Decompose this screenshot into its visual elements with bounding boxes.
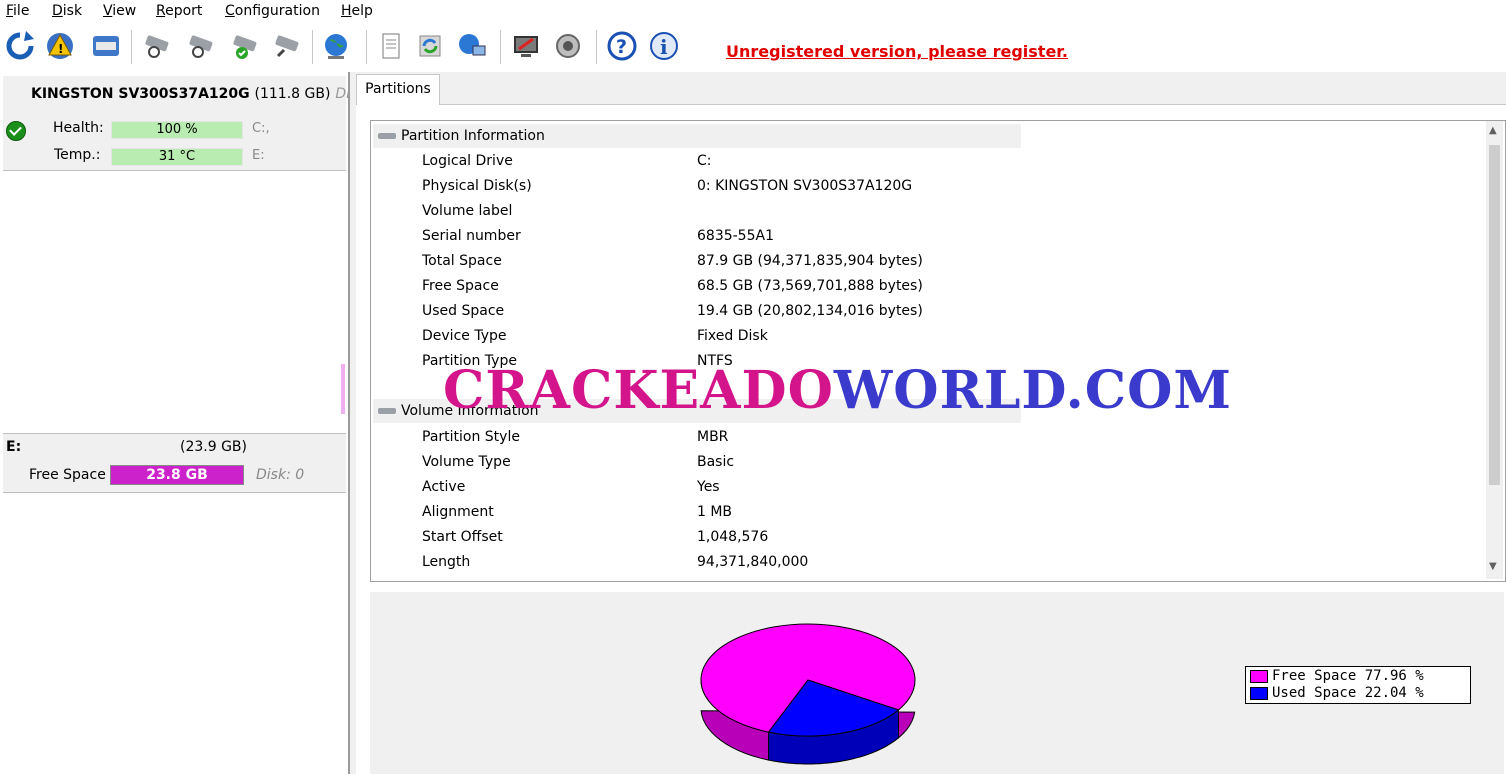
partition_info-value: 87.9 GB (94,371,835,904 bytes)	[697, 253, 923, 269]
health-bar: 100 %	[111, 121, 243, 139]
scroll-thumb[interactable]	[1489, 145, 1500, 485]
volume_info-label: Alignment	[422, 504, 494, 520]
disk-search-icon[interactable]	[270, 30, 302, 62]
partition_info-label: Device Type	[422, 328, 507, 344]
toolbar: ! ? i Unregistered version, please regis…	[0, 24, 1506, 73]
warning-icon[interactable]: !	[44, 30, 76, 62]
partition_info-value: 6835-55A1	[697, 228, 774, 244]
volume_info-label: Volume Type	[422, 454, 511, 470]
partition_info-label: Serial number	[422, 228, 521, 244]
volume_info-label: Active	[422, 479, 466, 495]
disk-ref: Disk: 0	[256, 467, 305, 483]
partition-card[interactable]: E: (23.9 GB) Free Space 23.8 GB Disk: 0	[3, 433, 346, 493]
partition_info-label: Free Space	[422, 278, 499, 294]
panel-splitter-marker[interactable]	[341, 364, 345, 414]
volume_info-label: Partition Style	[422, 429, 520, 445]
disk-icon[interactable]	[90, 30, 122, 62]
monitor-icon[interactable]	[510, 30, 542, 62]
partition-size: (23.9 GB)	[180, 439, 247, 455]
menu-disk[interactable]: Disk	[52, 3, 82, 19]
info-scrollbar[interactable]: ▲ ▼	[1486, 121, 1503, 579]
disk-size: (111.8 GB)	[254, 86, 331, 102]
free-space-label: Free Space	[29, 467, 106, 483]
volume_info-value: 94,371,840,000	[697, 554, 809, 570]
legend-free: Free Space 77.96 %	[1250, 668, 1424, 685]
legend-free-text: Free Space 77.96 %	[1272, 668, 1424, 684]
speaker-icon[interactable]	[552, 30, 584, 62]
partition_info-value: C:	[697, 153, 712, 169]
info-icon[interactable]: i	[648, 30, 680, 62]
partition_info-value: 19.4 GB (20,802,134,016 bytes)	[697, 303, 923, 319]
partition_info-value: Fixed Disk	[697, 328, 768, 344]
volume_info-value: MBR	[697, 429, 729, 445]
menu-view[interactable]: View	[103, 3, 136, 19]
partition_info-label: Volume label	[422, 203, 513, 219]
register-link[interactable]: Unregistered version, please register.	[726, 42, 1068, 61]
disk-model: KINGSTON SV300S37A120G	[31, 86, 250, 102]
disk-tool-2-icon[interactable]	[184, 30, 216, 62]
partition-info-box: Partition Information Logical Drive C: Phy…	[370, 120, 1506, 582]
svg-text:i: i	[660, 35, 668, 59]
usage-pie-chart	[700, 623, 916, 765]
volume_info-value: Yes	[697, 479, 720, 495]
refresh-icon[interactable]	[4, 30, 36, 62]
scroll-up-icon[interactable]: ▲	[1489, 125, 1497, 136]
legend-used: Used Space 22.04 %	[1250, 685, 1424, 702]
disk-tool-1-icon[interactable]	[140, 30, 172, 62]
chart-legend: Free Space 77.96 % Used Space 22.04 %	[1245, 666, 1471, 704]
partition_info-value: 0: KINGSTON SV300S37A120G	[697, 178, 913, 194]
menu-configuration[interactable]: Configuration	[225, 3, 320, 19]
disk-check-icon[interactable]	[228, 30, 260, 62]
disk-card[interactable]: KINGSTON SV300S37A120G (111.8 GB) Dis He…	[3, 76, 357, 171]
partition_info-value: 68.5 GB (73,569,701,888 bytes)	[697, 278, 923, 294]
volume_info-label: Length	[422, 554, 471, 570]
partition_info-label: Physical Disk(s)	[422, 178, 532, 194]
menu-report[interactable]: Report	[156, 3, 202, 19]
document-icon[interactable]	[375, 30, 407, 62]
globe-icon[interactable]	[320, 30, 352, 62]
volume_info-value: 1,048,576	[697, 529, 769, 545]
menu-bar: File Disk View Report Configuration Help	[0, 0, 1506, 23]
volume_info-value: 1 MB	[697, 504, 733, 520]
network-icon[interactable]	[456, 30, 488, 62]
scroll-down-icon[interactable]: ▼	[1489, 561, 1497, 572]
disk-list-panel: KINGSTON SV300S37A120G (111.8 GB) Dis He…	[0, 72, 357, 774]
menu-file[interactable]: File	[6, 3, 29, 19]
svg-text:?: ?	[616, 36, 627, 58]
partition-info-title: Partition Information	[401, 128, 545, 144]
legend-used-swatch	[1250, 686, 1268, 700]
volume-header-icon	[378, 408, 396, 414]
partition_info-label: Total Space	[422, 253, 502, 269]
partition_info-label: Used Space	[422, 303, 505, 319]
volume_info-value: Basic	[697, 454, 735, 470]
disk-name: KINGSTON SV300S37A120G (111.8 GB) Dis	[31, 86, 357, 102]
watermark: CRACKEADOWORLD.COM	[443, 360, 1232, 421]
disk-header-icon	[378, 133, 396, 139]
legend-used-text: Used Space 22.04 %	[1272, 685, 1424, 701]
free-space-bar: 23.8 GB	[110, 465, 244, 485]
partition-info-header: Partition Information	[373, 124, 1021, 148]
partition_info-label: Logical Drive	[422, 153, 513, 169]
watermark-part1: CRACKEADO	[443, 360, 834, 421]
volume_info-label: Start Offset	[422, 529, 503, 545]
temp-label: Temp.:	[54, 147, 101, 163]
health-ok-icon	[6, 121, 26, 141]
sync-icon[interactable]	[414, 30, 446, 62]
legend-free-swatch	[1250, 669, 1268, 683]
watermark-part2: WORLD.COM	[833, 360, 1232, 421]
temp-drive: E:	[252, 148, 265, 163]
health-label: Health:	[53, 120, 104, 136]
temp-bar: 31 °C	[111, 148, 243, 166]
svg-text:!: !	[58, 42, 63, 56]
tab-partitions[interactable]: Partitions	[356, 74, 440, 105]
health-drive: C:,	[252, 121, 270, 136]
partition-drive: E:	[6, 439, 22, 455]
help-icon[interactable]: ?	[606, 30, 638, 62]
menu-help[interactable]: Help	[341, 3, 373, 19]
